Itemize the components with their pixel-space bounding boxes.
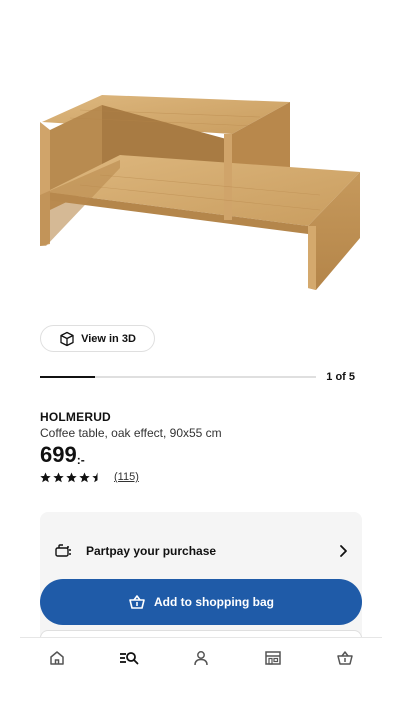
product-price: 699 :- [40,441,85,469]
star-icon [66,472,77,482]
partpay-label: Partpay your purchase [86,544,217,558]
product-description: Coffee table, oak effect, 90x55 cm [40,426,222,440]
view-in-3d-button[interactable]: View in 3D [40,325,155,352]
review-count-link[interactable]: (115) [114,471,139,483]
shopping-bag-icon [337,651,353,665]
view-in-3d-label: View in 3D [81,332,136,345]
search-list-icon [120,652,139,665]
carousel-progress [40,376,316,378]
rating[interactable]: (115) [40,471,139,483]
nav-store[interactable] [264,649,282,667]
shopping-bag-icon [129,595,145,609]
nav-home[interactable] [48,649,66,667]
store-icon [265,651,281,665]
bottom-navigation [20,637,382,677]
carousel-counter: 1 of 5 [326,371,355,383]
rating-stars [40,472,103,483]
chevron-right-icon [340,545,347,557]
carousel-progress-fill [40,376,96,378]
star-icon [53,472,64,482]
nav-profile[interactable] [192,649,210,667]
nav-search[interactable] [119,649,139,667]
home-icon [50,651,64,665]
partpay-icon [55,544,71,557]
product-image[interactable] [20,60,392,320]
star-icon [79,472,90,482]
nav-cart[interactable] [336,649,354,667]
price-integer: 699 [40,442,77,467]
partpay-row[interactable]: Partpay your purchase [40,536,362,566]
product-name: HOLMERUD [40,410,111,424]
add-to-bag-label: Add to shopping bag [154,595,274,609]
cube-icon [60,331,74,346]
star-icon [40,472,51,482]
price-suffix: :- [76,453,85,467]
add-to-bag-button[interactable]: Add to shopping bag [40,579,362,625]
star-icon [92,472,98,482]
profile-icon [194,651,208,666]
